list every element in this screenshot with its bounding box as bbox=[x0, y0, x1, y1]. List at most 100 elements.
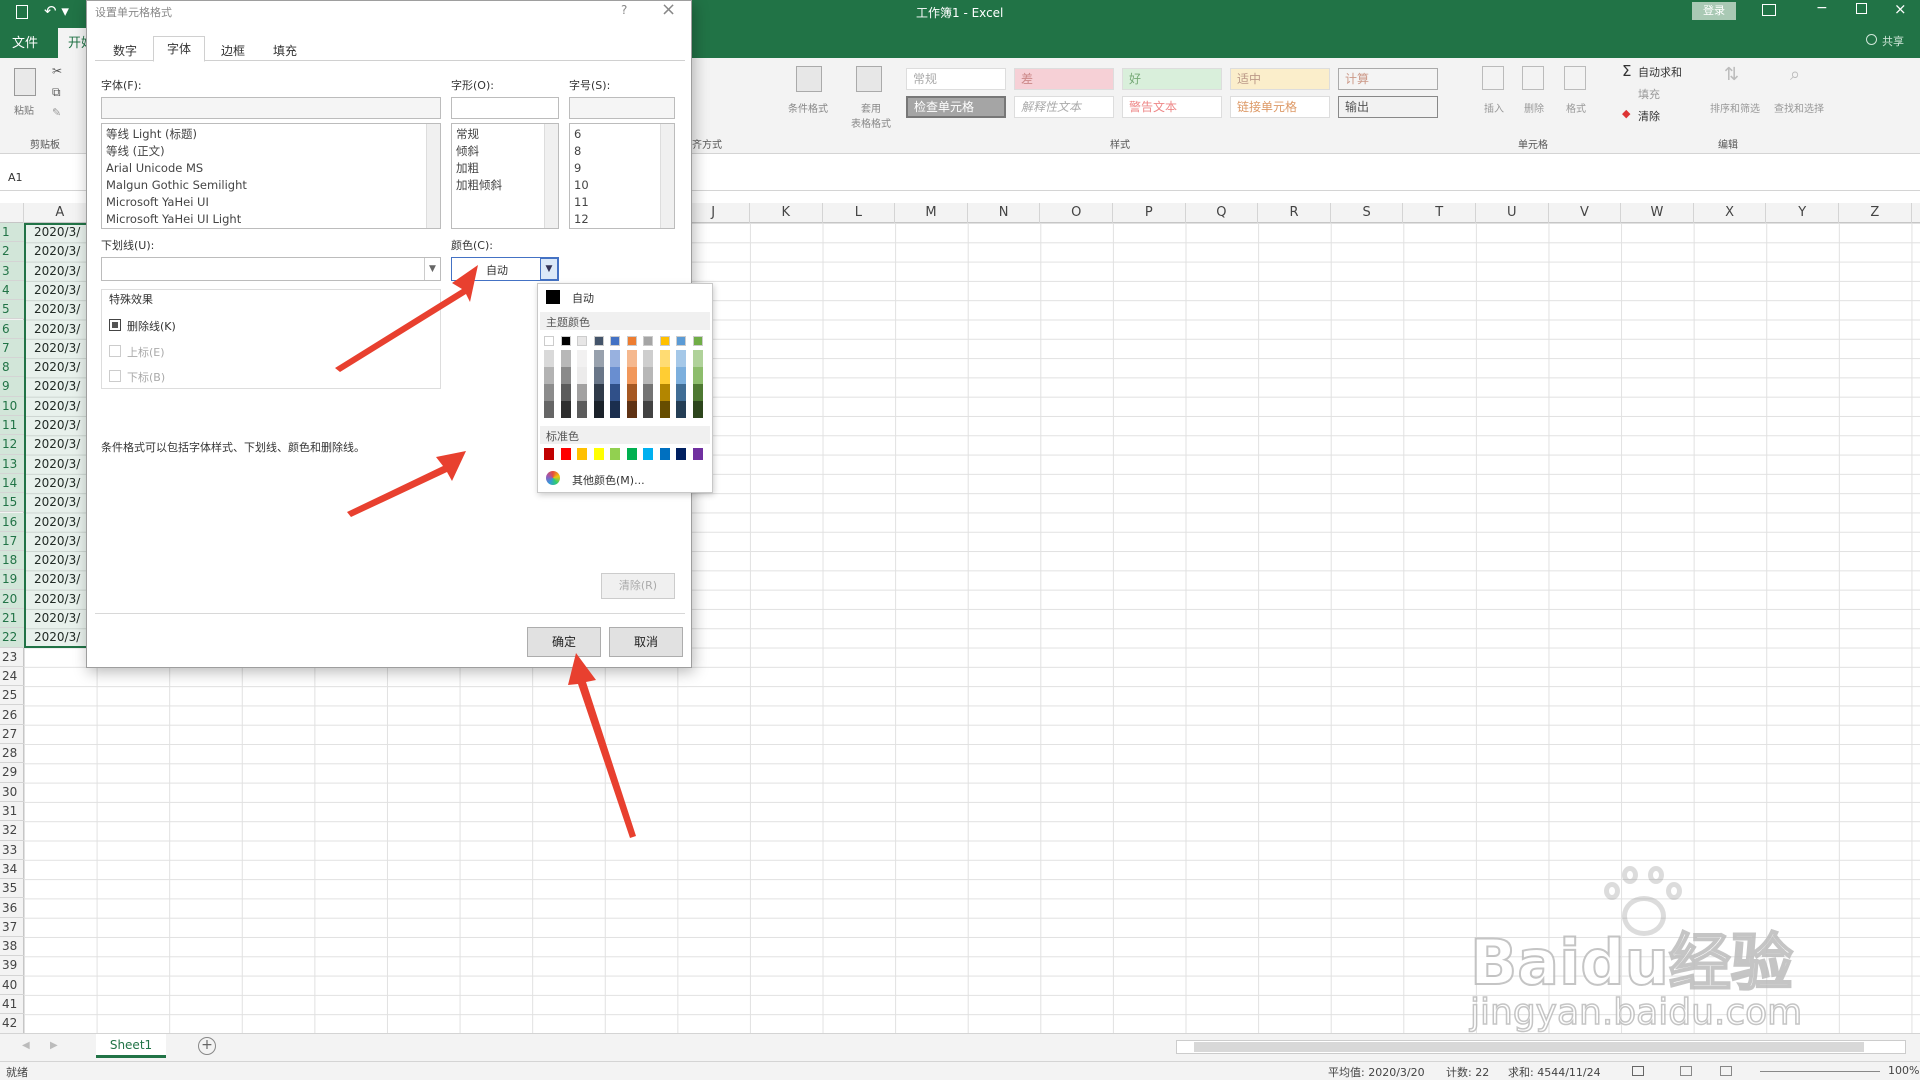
font-size-option[interactable]: 6 bbox=[570, 126, 674, 143]
row-header[interactable]: 7 bbox=[0, 338, 24, 359]
theme-color-swatch[interactable] bbox=[626, 336, 637, 346]
theme-color-shade-swatch[interactable] bbox=[610, 367, 620, 384]
next-sheet-icon[interactable]: ▶ bbox=[50, 1040, 58, 1051]
row-header[interactable]: 17 bbox=[0, 531, 24, 552]
standard-color-swatch[interactable] bbox=[577, 448, 587, 460]
theme-color-shade-swatch[interactable] bbox=[643, 367, 653, 384]
row-header[interactable]: 16 bbox=[0, 512, 24, 532]
style-explanatory[interactable]: 解释性文本 bbox=[1014, 96, 1114, 118]
column-header[interactable]: W bbox=[1621, 203, 1694, 223]
theme-color-shade-swatch[interactable] bbox=[692, 401, 703, 418]
column-header[interactable]: Y bbox=[1766, 203, 1839, 223]
dialog-close-button[interactable]: × bbox=[661, 0, 676, 20]
clear-label[interactable]: 清除 bbox=[1638, 108, 1660, 124]
column-header[interactable]: L bbox=[823, 203, 896, 223]
row-header[interactable]: 37 bbox=[0, 918, 24, 938]
theme-color-shade-swatch[interactable] bbox=[676, 367, 686, 384]
standard-color-swatch[interactable] bbox=[659, 448, 670, 460]
row-header[interactable]: 12 bbox=[0, 435, 24, 455]
row-header[interactable]: 28 bbox=[0, 744, 24, 764]
theme-color-shade-swatch[interactable] bbox=[610, 384, 620, 401]
row-header[interactable]: 9 bbox=[0, 377, 24, 397]
tab-file[interactable]: 文件 bbox=[12, 32, 38, 51]
theme-color-shade-swatch[interactable] bbox=[692, 350, 703, 367]
row-header[interactable]: 34 bbox=[0, 860, 24, 880]
prev-sheet-icon[interactable]: ◀ bbox=[22, 1040, 30, 1051]
theme-color-shade-swatch[interactable] bbox=[626, 384, 637, 401]
page-break-icon[interactable] bbox=[1720, 1066, 1732, 1076]
style-warning[interactable]: 警告文本 bbox=[1122, 96, 1222, 118]
standard-color-swatch[interactable] bbox=[610, 448, 620, 460]
theme-color-shade-swatch[interactable] bbox=[676, 401, 686, 418]
font-size-option[interactable]: 12 bbox=[570, 211, 674, 228]
paste-icon[interactable] bbox=[14, 68, 36, 96]
minimize-icon[interactable]: − bbox=[1816, 0, 1828, 16]
column-header[interactable]: K bbox=[750, 203, 823, 223]
row-header[interactable]: 35 bbox=[0, 879, 24, 899]
sheet-tab-sheet1[interactable]: Sheet1 bbox=[96, 1034, 166, 1058]
conditional-format-icon[interactable] bbox=[796, 66, 822, 92]
theme-color-shade-swatch[interactable] bbox=[659, 384, 670, 401]
help-button[interactable]: ? bbox=[621, 3, 627, 17]
font-option[interactable]: Microsoft YaHei UI Light bbox=[102, 211, 440, 228]
theme-color-shade-swatch[interactable] bbox=[626, 367, 637, 384]
theme-color-shade-swatch[interactable] bbox=[560, 384, 571, 401]
font-style-option[interactable]: 加粗倾斜 bbox=[452, 177, 558, 194]
tab-border[interactable]: 边框 bbox=[209, 41, 257, 61]
font-style-scrollbar[interactable] bbox=[544, 124, 558, 228]
normal-view-icon[interactable] bbox=[1632, 1066, 1644, 1076]
theme-color-shade-swatch[interactable] bbox=[593, 401, 604, 418]
row-header[interactable]: 32 bbox=[0, 821, 24, 841]
theme-color-shade-swatch[interactable] bbox=[577, 367, 587, 384]
theme-color-shade-swatch[interactable] bbox=[659, 367, 670, 384]
column-header[interactable]: Z bbox=[1839, 203, 1912, 223]
style-bad[interactable]: 差 bbox=[1014, 68, 1114, 90]
theme-color-shade-swatch[interactable] bbox=[593, 384, 604, 401]
theme-color-shade-swatch[interactable] bbox=[544, 367, 554, 384]
row-header[interactable]: 24 bbox=[0, 667, 24, 687]
color-select[interactable]: 自动 ▼ bbox=[451, 257, 559, 281]
theme-color-shade-swatch[interactable] bbox=[560, 401, 571, 418]
user-icon[interactable] bbox=[1866, 34, 1877, 45]
restore-icon[interactable] bbox=[1856, 3, 1867, 14]
font-size-option[interactable]: 9 bbox=[570, 160, 674, 177]
autosum-icon[interactable]: Σ bbox=[1622, 62, 1631, 80]
font-size-list[interactable]: 6 8 9 10 11 12 bbox=[569, 123, 675, 229]
delete-label[interactable]: 删除 bbox=[1524, 100, 1544, 115]
theme-color-shade-swatch[interactable] bbox=[577, 401, 587, 418]
sort-filter-icon[interactable]: ⇅ bbox=[1724, 64, 1739, 85]
format-icon[interactable] bbox=[1564, 66, 1586, 90]
theme-color-swatch[interactable] bbox=[577, 336, 587, 346]
underline-select[interactable]: ▼ bbox=[101, 257, 441, 281]
column-header[interactable]: X bbox=[1694, 203, 1767, 223]
row-header[interactable]: 42 bbox=[0, 1014, 24, 1033]
strikethrough-label[interactable]: 删除线(K) bbox=[127, 318, 176, 334]
row-header[interactable]: 1 bbox=[0, 223, 24, 243]
column-header[interactable]: P bbox=[1113, 203, 1186, 223]
auto-color-option[interactable]: 自动 bbox=[572, 290, 594, 306]
column-header[interactable]: V bbox=[1549, 203, 1622, 223]
subscript-label[interactable]: 下标(B) bbox=[127, 369, 165, 385]
font-style-option[interactable]: 常规 bbox=[452, 126, 558, 143]
cut-icon[interactable]: ✂ bbox=[52, 64, 62, 78]
row-header[interactable]: 41 bbox=[0, 995, 24, 1015]
column-header[interactable]: M bbox=[895, 203, 968, 223]
style-linked-cell[interactable]: 链接单元格 bbox=[1230, 96, 1330, 118]
close-window-icon[interactable]: × bbox=[1894, 0, 1907, 18]
row-header[interactable]: 27 bbox=[0, 725, 24, 745]
column-header[interactable]: T bbox=[1403, 203, 1476, 223]
save-icon[interactable] bbox=[16, 5, 28, 19]
row-header[interactable]: 2 bbox=[0, 242, 24, 262]
theme-color-swatch[interactable] bbox=[676, 336, 686, 346]
tab-fill[interactable]: 填充 bbox=[261, 41, 309, 61]
row-header[interactable]: 6 bbox=[0, 319, 24, 339]
theme-color-shade-swatch[interactable] bbox=[593, 350, 604, 367]
style-neutral[interactable]: 适中 bbox=[1230, 68, 1330, 90]
theme-color-shade-swatch[interactable] bbox=[676, 350, 686, 367]
table-format-icon[interactable] bbox=[856, 66, 882, 92]
row-header[interactable]: 36 bbox=[0, 899, 24, 918]
theme-color-shade-swatch[interactable] bbox=[610, 401, 620, 418]
copy-icon[interactable]: ⧉ bbox=[52, 85, 61, 100]
font-style-input[interactable] bbox=[451, 97, 559, 119]
tab-font[interactable]: 字体 bbox=[153, 36, 205, 62]
